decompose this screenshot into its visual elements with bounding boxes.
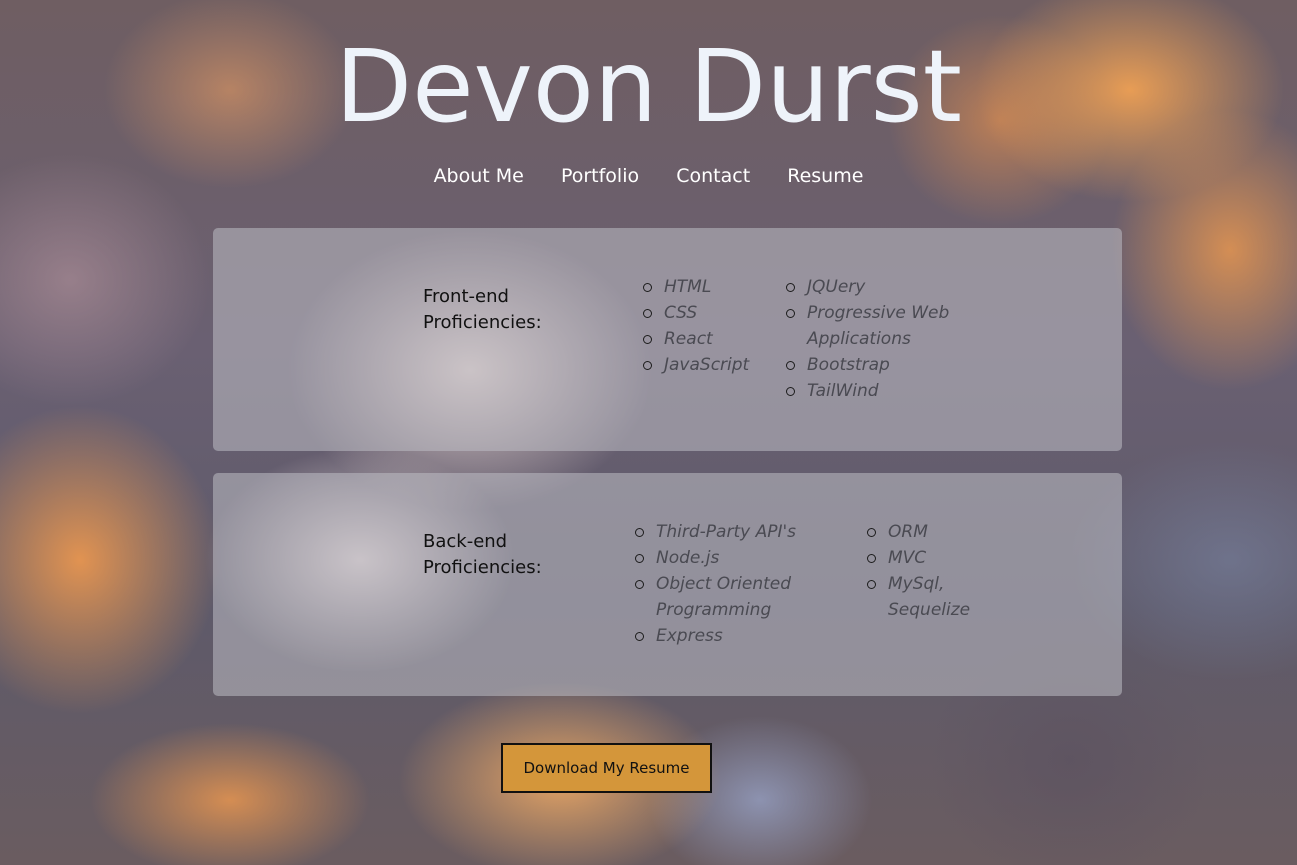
backend-label: Back-end Proficiencies: <box>423 531 542 578</box>
skill-item: MySql, Sequelize <box>867 571 997 623</box>
skill-item: JQUery <box>786 274 966 300</box>
frontend-list-2: JQUery Progressive Web Applications Boot… <box>786 274 966 404</box>
skill-item: CSS <box>643 300 773 326</box>
nav-contact[interactable]: Contact <box>676 162 750 190</box>
skill-item: Progressive Web Applications <box>786 300 966 352</box>
frontend-list-1: HTML CSS React JavaScript <box>643 274 773 378</box>
skill-item: Node.js <box>635 545 825 571</box>
skill-item: React <box>643 326 773 352</box>
frontend-label: Front-end Proficiencies: <box>423 286 542 333</box>
nav-portfolio[interactable]: Portfolio <box>561 162 639 190</box>
skill-item: Bootstrap <box>786 352 966 378</box>
skill-item: Object Oriented Programming <box>635 571 825 623</box>
backend-list-1: Third-Party API's Node.js Object Oriente… <box>635 519 825 649</box>
skill-item: HTML <box>643 274 773 300</box>
main-nav: About Me Portfolio Contact Resume <box>0 162 1297 190</box>
skill-item: Third-Party API's <box>635 519 825 545</box>
backend-list-2: ORM MVC MySql, Sequelize <box>867 519 997 623</box>
download-resume-button[interactable]: Download My Resume <box>501 743 712 793</box>
backend-card: Back-end Proficiencies: Third-Party API'… <box>213 473 1122 696</box>
nav-resume[interactable]: Resume <box>787 162 863 190</box>
skill-item: MVC <box>867 545 997 571</box>
frontend-card: Front-end Proficiencies: HTML CSS React … <box>213 228 1122 451</box>
skill-item: ORM <box>867 519 997 545</box>
site-title: Devon Durst <box>335 28 962 145</box>
nav-about-me[interactable]: About Me <box>434 162 524 190</box>
skill-item: JavaScript <box>643 352 773 378</box>
skill-item: Express <box>635 623 825 649</box>
skill-item: TailWind <box>786 378 966 404</box>
